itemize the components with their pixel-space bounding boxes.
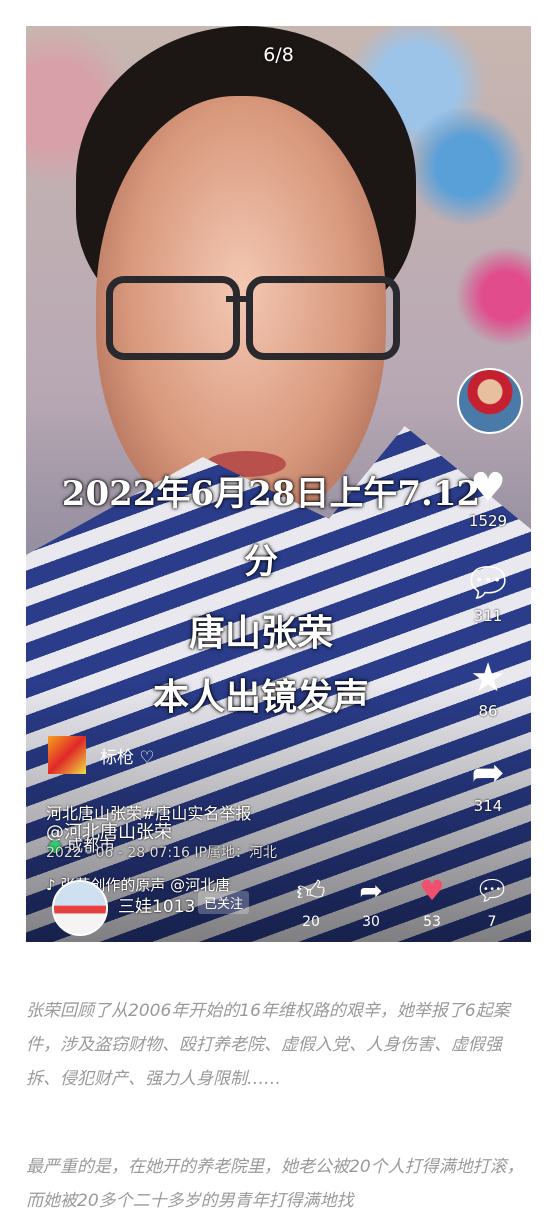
- chat-action[interactable]: 💬︎ 7: [467, 874, 517, 930]
- caption-line-4: 本人出镜发声: [152, 676, 369, 718]
- comment-action[interactable]: 💬︎ 311: [460, 561, 516, 625]
- follow-status-badge[interactable]: 已关注: [198, 891, 250, 914]
- favorite-action[interactable]: ★ 86: [460, 656, 516, 720]
- forward-count: 30: [362, 914, 380, 930]
- thumbs-up-icon: 👍︎: [296, 874, 326, 907]
- like-count: 1529: [468, 512, 508, 530]
- author-row[interactable]: 标枪 ♡: [48, 736, 155, 774]
- comment-icon: 💬︎: [462, 560, 514, 606]
- thumbs-up-count: 20: [302, 914, 320, 930]
- user-name[interactable]: 三娃1013: [118, 892, 195, 917]
- page-indicator: 6/8: [263, 44, 294, 66]
- favorite-count: 86: [478, 702, 498, 720]
- post-meta: 2022 - 06 - 28 07:16 IP属地：河北: [46, 845, 277, 861]
- author-name: 标枪 ♡: [100, 747, 155, 768]
- share-count: 314: [473, 797, 503, 815]
- forward-action[interactable]: ➦ 30: [346, 874, 396, 930]
- author-avatar[interactable]: [48, 736, 86, 774]
- glasses-right-lens: [246, 276, 400, 360]
- video-frame[interactable]: 6/8 2022年6月28日上午7.12 分 唐山张荣 本人出镜发声 ♥ 152…: [26, 26, 531, 942]
- heart-action[interactable]: ♥ 53: [407, 874, 457, 930]
- like-action[interactable]: ♥ 1529: [460, 466, 516, 530]
- forward-icon: ➦: [359, 874, 383, 907]
- share-arrow-icon: ➦: [471, 750, 505, 796]
- chat-count: 7: [487, 914, 497, 930]
- heart-icon: ♥: [470, 465, 506, 511]
- caption-line-3: 唐山张荣: [188, 612, 333, 654]
- caption-line-2: 分: [244, 542, 278, 582]
- chat-bubble-icon: 💬︎: [474, 874, 510, 907]
- thumbs-up-action[interactable]: 👍︎ 20: [286, 874, 336, 930]
- filled-heart-icon: ♥: [419, 874, 445, 907]
- caption-line-1: 2022年6月28日上午7.12: [61, 474, 481, 514]
- comment-count: 311: [473, 607, 503, 625]
- share-action[interactable]: ➦ 314: [460, 751, 516, 815]
- creator-avatar[interactable]: [457, 368, 523, 434]
- star-icon: ★: [470, 655, 506, 701]
- heart-count: 53: [423, 914, 441, 930]
- article-paragraph-1: 张荣回顾了从2006年开始的16年维权路的艰辛，她举报了6起案件，涉及盗窃财物、…: [26, 1001, 510, 1089]
- article-paragraph-2: 最严重的是，在她开的养老院里，她老公被20个人打得满地打滚，而她被20多个二十多…: [26, 1157, 524, 1211]
- user-avatar[interactable]: [52, 880, 108, 936]
- bottom-bar: 三娃1013 已关注 👍︎ 20 ➦ 30 ♥ 53 💬︎ 7: [26, 874, 531, 942]
- glasses-left-lens: [106, 276, 240, 360]
